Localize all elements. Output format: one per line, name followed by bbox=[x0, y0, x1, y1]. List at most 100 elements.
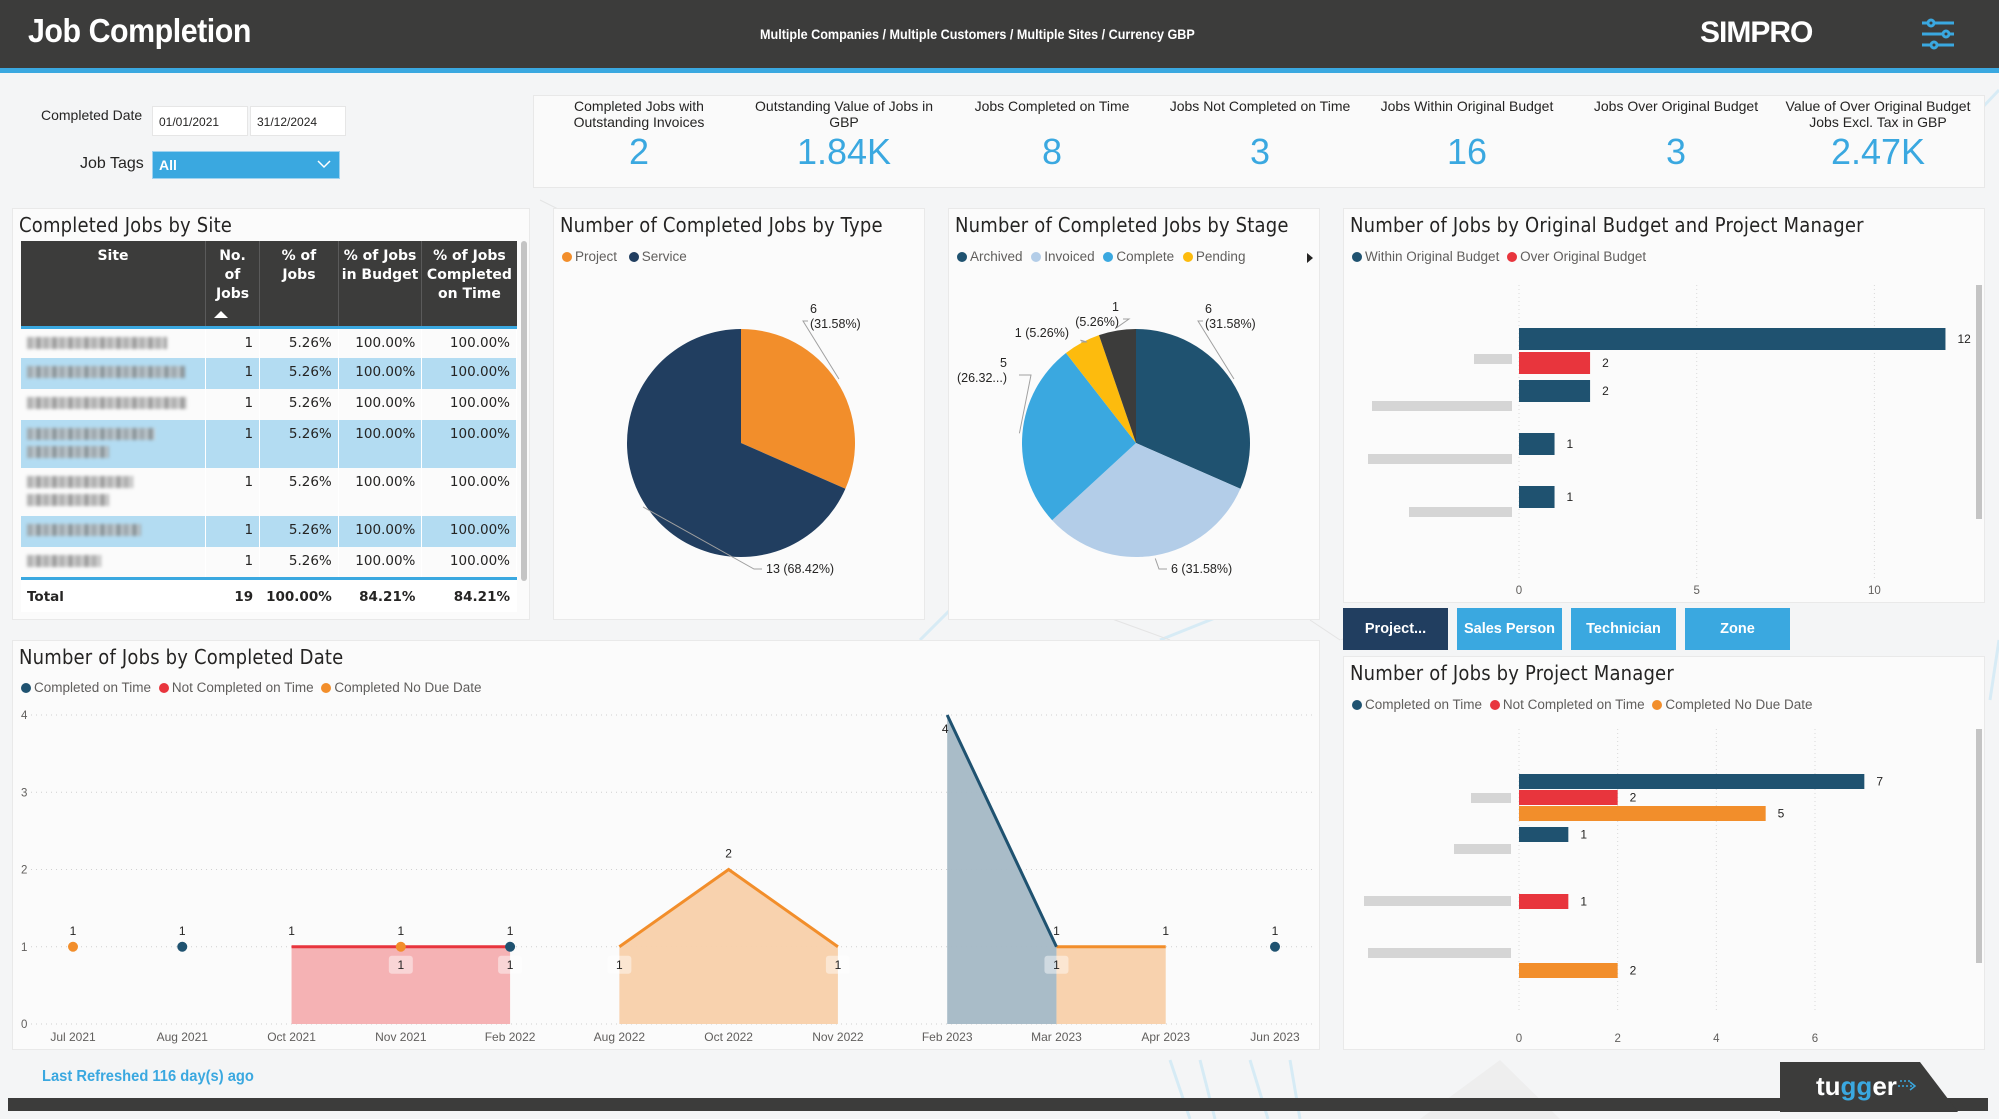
group-button-technician[interactable]: Technician bbox=[1571, 608, 1676, 650]
col-header-pct-budget[interactable]: % of Jobs in Budget bbox=[338, 241, 423, 327]
point-completed-on-time[interactable] bbox=[505, 941, 516, 952]
bar-completed-no-due-date[interactable] bbox=[1519, 963, 1618, 978]
bar-value-label: 1 bbox=[1580, 895, 1587, 909]
slice-label-pct: (31.58%) bbox=[1205, 317, 1256, 331]
table-row[interactable]: 1 5.26% 100.00% 100.00% bbox=[21, 420, 517, 468]
sliders-icon[interactable] bbox=[1920, 18, 1956, 50]
kpi-value: 2.47K bbox=[1830, 131, 1926, 172]
bar-completed-on-time[interactable] bbox=[1519, 827, 1569, 842]
pct-budget-cell: 100.00% bbox=[338, 547, 423, 578]
redacted-category-label bbox=[1471, 793, 1511, 803]
kpi-over-budget: Jobs Over Original Budget 3 bbox=[1576, 96, 1776, 173]
site-cell bbox=[21, 516, 206, 547]
x-tick-label: 2 bbox=[1614, 1033, 1620, 1045]
pie-chart-stage: 6(31.58%) 6 (31.58%) 5(26.32...) 1 (5.26%) 1… bbox=[957, 300, 1256, 576]
pct-on-time-cell: 100.00% bbox=[421, 420, 517, 468]
redacted-category-label bbox=[1409, 507, 1512, 517]
redacted-category-label bbox=[1454, 844, 1511, 854]
table-row[interactable]: 1 5.26% 100.00% 100.00% bbox=[21, 547, 517, 578]
bar-completed-on-time[interactable] bbox=[1519, 774, 1865, 789]
data-label: 1 bbox=[507, 958, 514, 972]
point-completed-no-due-date[interactable] bbox=[68, 941, 78, 952]
legend-item-project[interactable]: Project bbox=[562, 249, 617, 264]
jobs-by-pm-card: Number of Jobs by Project Manager Comple… bbox=[1343, 656, 1985, 1050]
bar-within-original-budget[interactable] bbox=[1519, 380, 1591, 402]
redacted-site-name bbox=[27, 524, 141, 536]
group-button-zone[interactable]: Zone bbox=[1685, 608, 1790, 650]
kpi-label: Completed Jobs with Outstanding Invoices bbox=[573, 98, 705, 130]
jobs-cell: 1 bbox=[205, 389, 261, 420]
pct-budget-cell: 100.00% bbox=[338, 516, 423, 547]
legend-item-complete[interactable]: Complete bbox=[1103, 249, 1174, 264]
data-label: 4 bbox=[942, 722, 949, 736]
col-header-site[interactable]: Site bbox=[21, 241, 206, 327]
x-tick-label: Oct 2021 bbox=[267, 1030, 316, 1044]
table-row[interactable]: 1 5.26% 100.00% 100.00% bbox=[21, 468, 517, 516]
redacted-site-name bbox=[27, 397, 187, 409]
jobs-cell: 1 bbox=[205, 468, 261, 516]
page-title: Job Completion bbox=[28, 12, 251, 49]
col-header-pct-on-time[interactable]: % of Jobs Completed on Time bbox=[421, 241, 517, 327]
slice-label-value: 5 bbox=[1000, 356, 1007, 370]
bar-over-original-budget[interactable] bbox=[1519, 352, 1591, 374]
redacted-site-name bbox=[27, 555, 101, 567]
slice-label-pct: (26.32...) bbox=[957, 371, 1007, 385]
date-from-input[interactable]: 01/01/2021 bbox=[152, 106, 248, 136]
point-completed-on-time[interactable] bbox=[1270, 941, 1280, 952]
pct-budget-cell: 100.00% bbox=[338, 468, 423, 516]
bar-within-original-budget[interactable] bbox=[1519, 433, 1555, 455]
legend-next-arrow-icon[interactable] bbox=[1306, 253, 1314, 263]
table-row[interactable]: 1 5.26% 100.00% 100.00% bbox=[21, 516, 517, 547]
group-button-sales-person[interactable]: Sales Person bbox=[1457, 608, 1562, 650]
redacted-category-label bbox=[1364, 896, 1511, 906]
bar-not-completed-on-time[interactable] bbox=[1519, 790, 1618, 805]
site-cell bbox=[21, 358, 206, 389]
point-completed-on-time[interactable] bbox=[177, 941, 188, 952]
pct-jobs-cell: 5.26% bbox=[259, 516, 339, 547]
chart-scrollbar[interactable] bbox=[1976, 285, 1982, 519]
bar-completed-no-due-date[interactable] bbox=[1519, 806, 1766, 821]
y-tick-label: 4 bbox=[21, 710, 28, 722]
bar-value-label: 5 bbox=[1778, 807, 1785, 821]
point-completed-no-due-date[interactable] bbox=[395, 941, 406, 952]
chart-legend: Archived Invoiced Complete Pending bbox=[957, 249, 1253, 264]
col-header-pct-jobs[interactable]: % of Jobs bbox=[259, 241, 339, 327]
jobs-cell: 1 bbox=[205, 547, 261, 578]
pct-budget-cell: 100.00% bbox=[338, 327, 423, 358]
total-jobs: 19 bbox=[205, 576, 261, 612]
redacted-category-label bbox=[1368, 948, 1511, 958]
kpi-outstanding-invoices: Completed Jobs with Outstanding Invoices… bbox=[539, 96, 739, 173]
y-tick-label: 3 bbox=[21, 787, 27, 799]
bar-within-original-budget[interactable] bbox=[1519, 486, 1555, 508]
pct-jobs-cell: 5.26% bbox=[259, 358, 339, 389]
bar-value-label: 2 bbox=[1602, 384, 1609, 398]
slice-label-pct: (31.58%) bbox=[810, 317, 861, 331]
slice-label: 1 (5.26%) bbox=[1015, 326, 1069, 340]
jobs-cell: 1 bbox=[205, 516, 261, 547]
slice-label: 13 (68.42%) bbox=[766, 562, 834, 576]
table-row[interactable]: 1 5.26% 100.00% 100.00% bbox=[21, 327, 517, 358]
job-tags-dropdown[interactable]: All bbox=[152, 151, 340, 179]
bar-within-original-budget[interactable] bbox=[1519, 328, 1946, 350]
slice-label-value: 1 bbox=[1112, 300, 1119, 314]
legend-item-archived[interactable]: Archived bbox=[957, 249, 1023, 264]
legend-item-pending[interactable]: Pending bbox=[1182, 249, 1245, 264]
jobs-by-date-card: Number of Jobs by Completed Date Complet… bbox=[12, 640, 1320, 1050]
group-button-project-manager[interactable]: Project... bbox=[1343, 608, 1448, 650]
area-completed-no-due-date bbox=[619, 869, 838, 1024]
bar-not-completed-on-time[interactable] bbox=[1519, 894, 1569, 909]
kpi-value: 8 bbox=[1041, 131, 1063, 172]
table-row[interactable]: 1 5.26% 100.00% 100.00% bbox=[21, 358, 517, 389]
chart-title: Number of Completed Jobs by Stage bbox=[955, 213, 1289, 237]
kpi-label: Jobs Over Original Budget bbox=[1593, 98, 1759, 114]
bar-value-label: 2 bbox=[1602, 356, 1609, 370]
col-header-no-of-jobs[interactable]: No. of Jobs bbox=[205, 241, 261, 327]
chart-scrollbar[interactable] bbox=[1976, 729, 1982, 963]
pct-on-time-cell: 100.00% bbox=[421, 547, 517, 578]
redacted-site-name bbox=[27, 366, 185, 378]
legend-item-invoiced[interactable]: Invoiced bbox=[1031, 249, 1095, 264]
legend-item-service[interactable]: Service bbox=[628, 249, 687, 264]
date-to-input[interactable]: 31/12/2024 bbox=[250, 106, 346, 136]
table-row[interactable]: 1 5.26% 100.00% 100.00% bbox=[21, 389, 517, 420]
table-scrollbar[interactable] bbox=[521, 241, 527, 581]
